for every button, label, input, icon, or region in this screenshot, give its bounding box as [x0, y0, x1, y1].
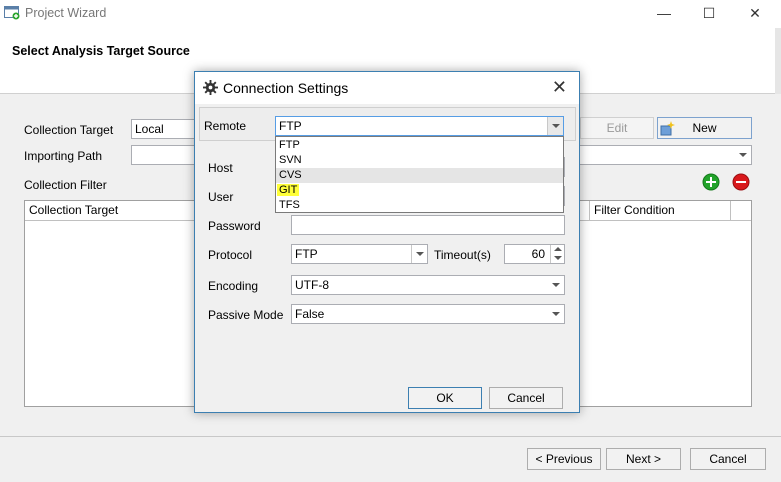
password-label: Password: [208, 219, 261, 233]
remote-option-git[interactable]: GIT: [276, 183, 563, 198]
connection-settings-dialog: Connection Settings ✕ Remote FTP FTP SVN…: [194, 71, 580, 413]
encoding-label: Encoding: [208, 279, 259, 293]
protocol-combo[interactable]: FTP: [291, 244, 428, 264]
grid-header-spacer: [730, 201, 752, 221]
protocol-value: FTP: [295, 247, 318, 261]
timeout-label: Timeout(s): [434, 248, 491, 262]
remote-combo[interactable]: FTP: [275, 116, 564, 136]
cancel-button[interactable]: Cancel: [690, 448, 766, 470]
column-header-filter-condition[interactable]: Filter Condition: [589, 201, 731, 221]
page-title: Select Analysis Target Source: [12, 44, 190, 58]
chevron-down-icon[interactable]: [411, 245, 427, 263]
new-button-label: New: [692, 121, 717, 135]
collection-target-value: Local: [135, 122, 164, 136]
window-title: Project Wizard: [25, 6, 107, 20]
spinner-arrows-icon[interactable]: [550, 245, 564, 263]
collection-target-label: Collection Target: [24, 123, 114, 137]
previous-button[interactable]: < Previous: [527, 448, 601, 470]
encoding-value: UTF-8: [295, 278, 329, 292]
next-button[interactable]: Next >: [606, 448, 681, 470]
chevron-down-icon[interactable]: [735, 146, 751, 164]
new-button[interactable]: New: [657, 117, 752, 139]
remote-dropdown-list[interactable]: FTP SVN CVS GIT TFS: [275, 136, 564, 213]
chevron-down-icon[interactable]: [547, 117, 563, 135]
chevron-down-icon[interactable]: [548, 276, 564, 294]
minimize-button[interactable]: —: [641, 0, 687, 28]
passive-mode-value: False: [295, 307, 325, 321]
remote-label: Remote: [204, 119, 247, 133]
add-filter-icon[interactable]: [702, 173, 720, 191]
timeout-value: 60: [531, 247, 545, 261]
remote-option-svn[interactable]: SVN: [276, 153, 563, 168]
host-label: Host: [208, 161, 233, 175]
dialog-close-button[interactable]: ✕: [552, 77, 567, 98]
user-label: User: [208, 190, 234, 204]
ok-button[interactable]: OK: [408, 387, 482, 409]
dialog-title-bar: Connection Settings ✕: [195, 72, 579, 104]
new-wand-icon: [660, 121, 675, 136]
title-bar: Project Wizard — ☐ ✕: [0, 0, 781, 28]
dialog-cancel-button[interactable]: Cancel: [489, 387, 563, 409]
maximize-button[interactable]: ☐: [686, 0, 732, 28]
protocol-label: Protocol: [208, 248, 253, 262]
passive-mode-label: Passive Mode: [208, 308, 284, 322]
remote-option-cvs[interactable]: CVS: [276, 168, 563, 183]
importing-path-label: Importing Path: [24, 149, 103, 163]
collection-target-combo[interactable]: Local: [131, 119, 197, 139]
edit-button[interactable]: Edit: [580, 117, 654, 139]
chevron-down-icon[interactable]: [548, 305, 564, 323]
project-wizard-window: Project Wizard — ☐ ✕ Select Analysis Tar…: [0, 0, 781, 482]
close-button[interactable]: ✕: [732, 0, 778, 28]
collection-filter-label: Collection Filter: [24, 178, 107, 192]
password-input[interactable]: [291, 215, 565, 235]
passive-mode-combo[interactable]: False: [291, 304, 565, 324]
column-header-collection-target[interactable]: Collection Target: [25, 201, 195, 221]
header-scrollbar[interactable]: [775, 28, 781, 94]
remote-option-tfs[interactable]: TFS: [276, 198, 563, 213]
gear-icon: [203, 80, 218, 95]
app-window-icon: [4, 6, 20, 20]
highlighted-option-text: GIT: [277, 184, 300, 196]
encoding-combo[interactable]: UTF-8: [291, 275, 565, 295]
remote-option-ftp[interactable]: FTP: [276, 138, 563, 153]
remote-value: FTP: [279, 119, 302, 133]
timeout-spinner[interactable]: 60: [504, 244, 565, 264]
remove-filter-icon[interactable]: [732, 173, 750, 191]
dialog-title: Connection Settings: [223, 80, 349, 96]
